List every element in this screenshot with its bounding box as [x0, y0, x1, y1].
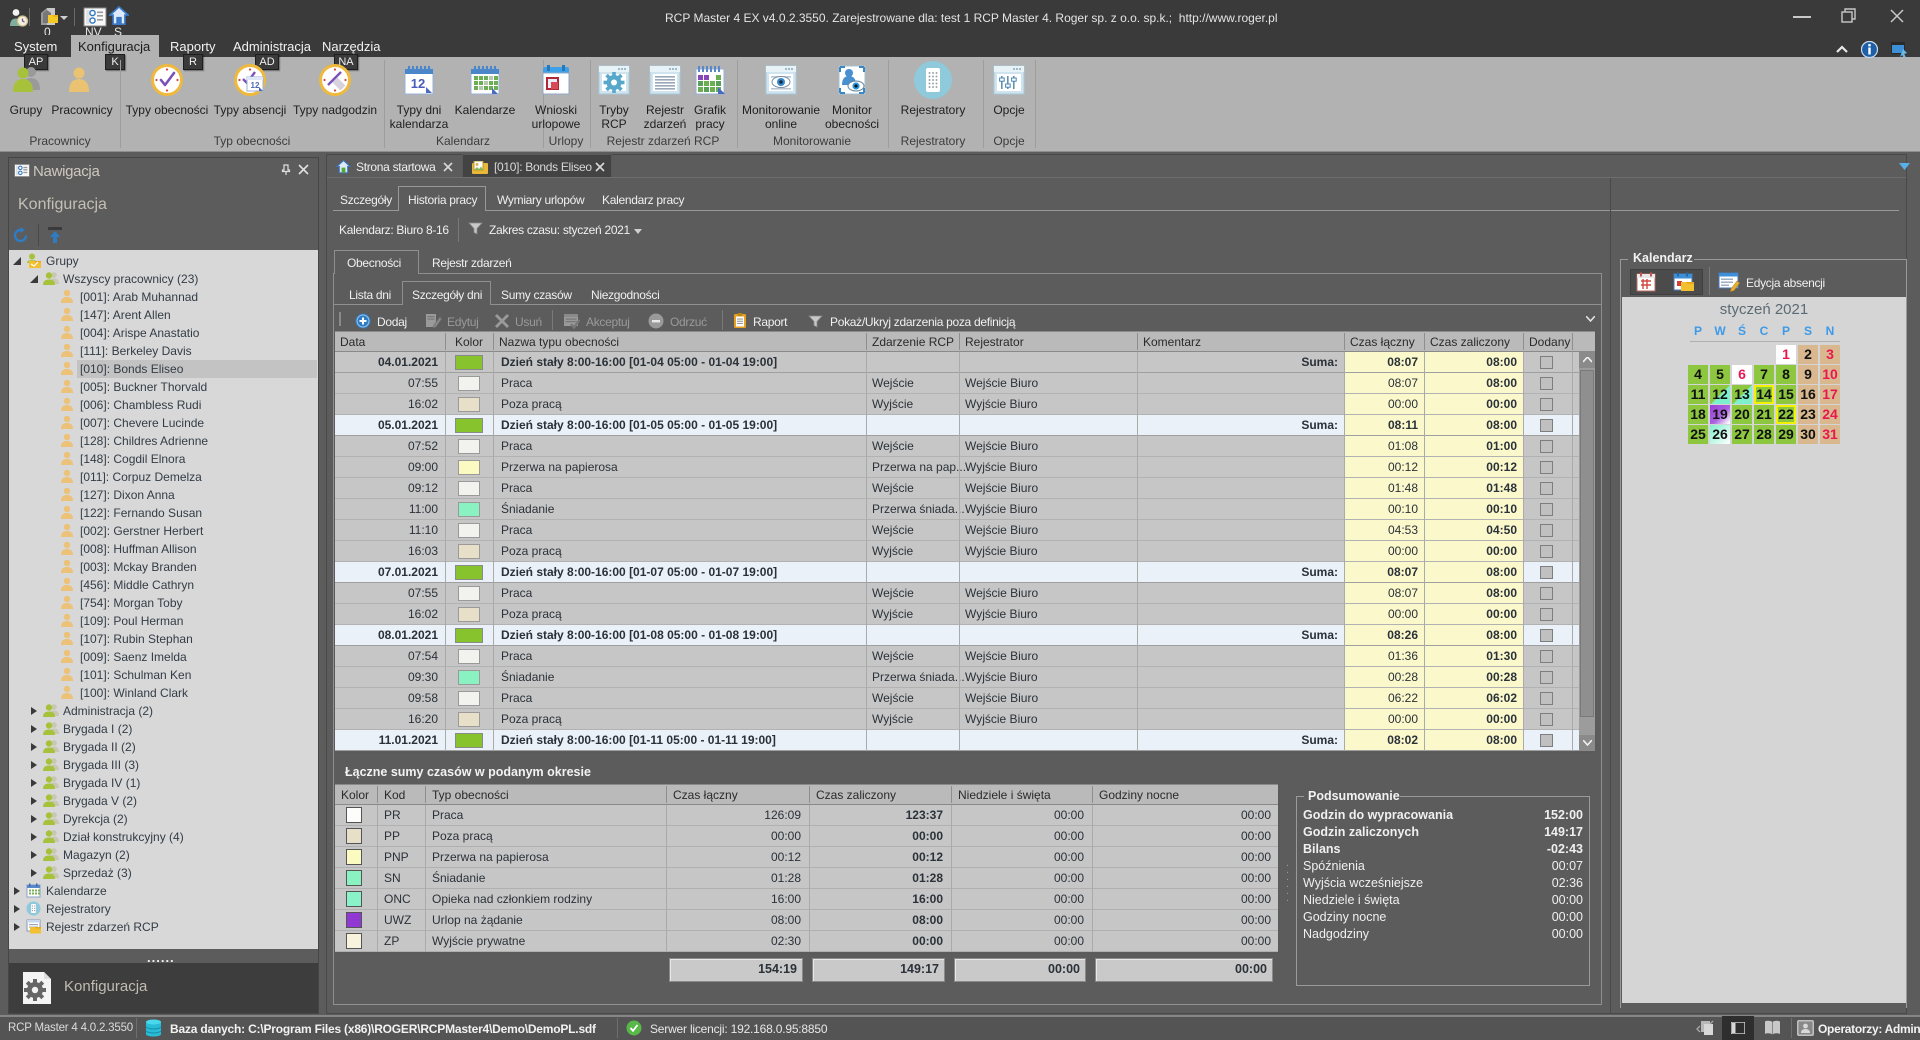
- svg-text:12: 12: [411, 76, 425, 91]
- svg-text:12: 12: [251, 81, 260, 90]
